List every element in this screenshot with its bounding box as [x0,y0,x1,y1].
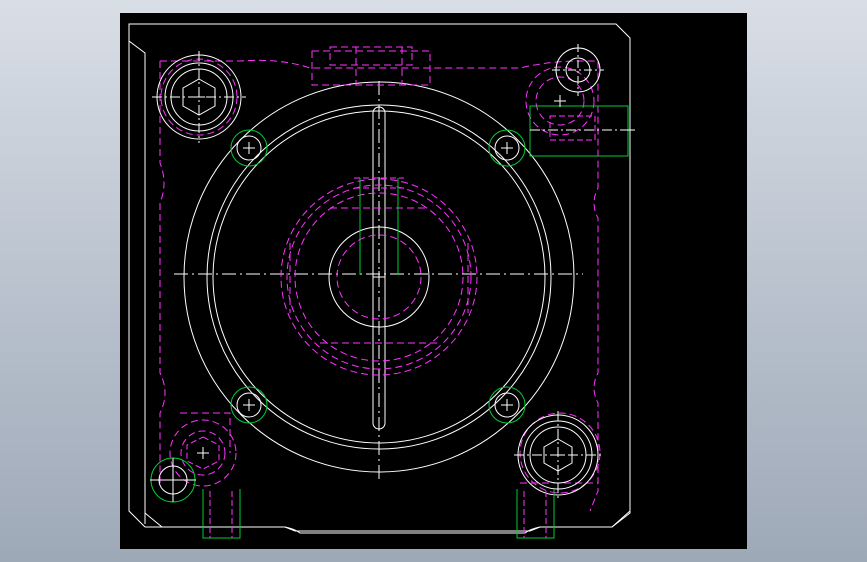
dowel-crosses [150,142,513,502]
side-block-right [529,105,635,157]
plate-edge-bottom [145,510,631,534]
cad-viewport[interactable] [120,13,747,549]
cad-drawing-canvas [128,23,635,539]
dowel-top-right [552,44,604,96]
dowel-hole-inner [158,135,520,495]
plate-edge-left [128,41,146,528]
